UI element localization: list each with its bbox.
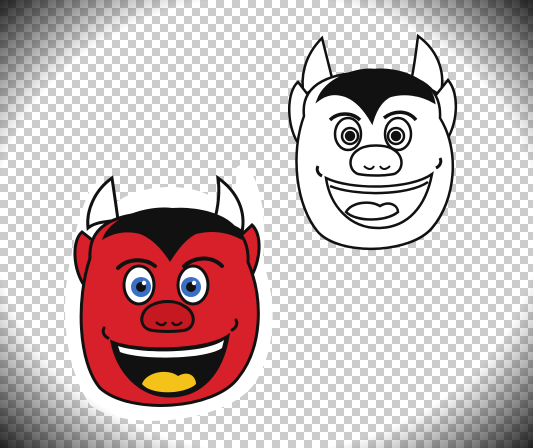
devil-mascot-outline-icon [288, 33, 458, 250]
artwork [65, 33, 458, 421]
devil-mascot-color-icon [65, 165, 273, 421]
checkerboard-canvas [0, 0, 533, 448]
